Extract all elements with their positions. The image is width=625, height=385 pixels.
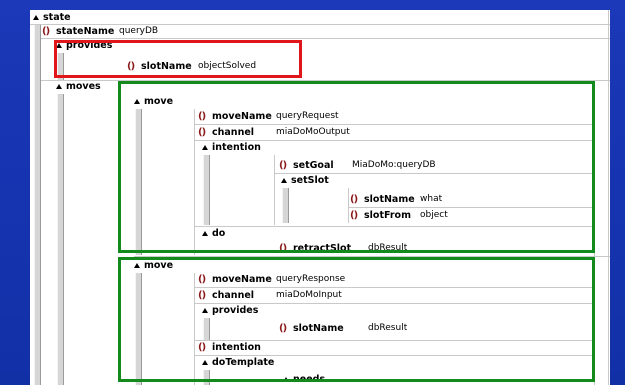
collapse-triangle-icon[interactable] (56, 84, 62, 89)
highlight-move-2 (118, 257, 595, 382)
xml-tree-viewer: state () stateName queryDB provides () s… (30, 10, 610, 385)
collapse-triangle-icon[interactable] (33, 15, 39, 20)
node-moves[interactable]: moves (66, 80, 101, 93)
attr-statename-label: stateName (56, 26, 115, 37)
moves-gutter[interactable] (57, 94, 64, 385)
highlight-move-1 (118, 81, 595, 253)
node-state[interactable]: state (43, 11, 71, 24)
attribute-icon: () (42, 26, 50, 37)
attr-statename-value[interactable]: queryDB (119, 25, 158, 38)
state-gutter[interactable] (34, 25, 41, 385)
highlight-provides (54, 40, 302, 78)
